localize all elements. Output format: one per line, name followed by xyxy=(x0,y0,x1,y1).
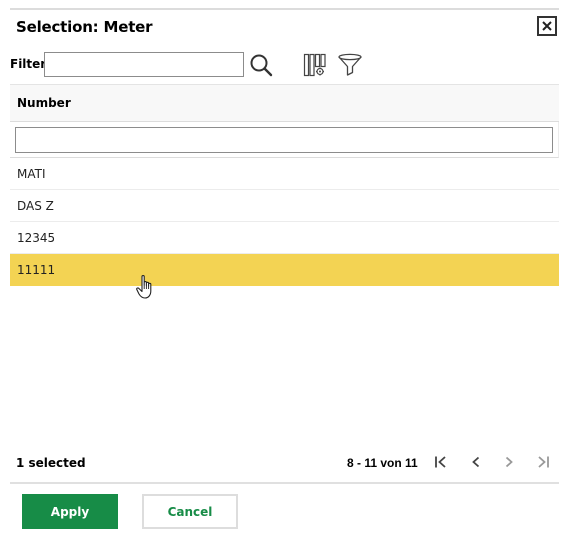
pagination-range: 8 - 11 von 11 xyxy=(347,456,418,470)
table-row[interactable]: MATI xyxy=(10,158,559,190)
table-row[interactable]: DAS Z xyxy=(10,190,559,222)
cell-number: 12345 xyxy=(17,230,56,245)
next-page-icon xyxy=(505,456,513,468)
column-header-label: Number xyxy=(17,96,71,110)
last-page-button[interactable] xyxy=(534,452,552,472)
filter-label: Filter xyxy=(10,57,47,71)
funnel-icon xyxy=(338,53,362,76)
previous-page-button[interactable] xyxy=(467,452,485,472)
meter-table: Number MATI DAS Z 12345 11111 xyxy=(10,84,559,286)
first-page-button[interactable] xyxy=(432,452,450,472)
table-row-selected[interactable]: 11111 xyxy=(10,254,559,286)
column-settings-icon xyxy=(303,53,326,77)
selection-status: 1 selected xyxy=(16,456,86,470)
top-divider xyxy=(10,8,559,10)
filter-input[interactable] xyxy=(44,52,244,77)
column-filter-row xyxy=(10,122,559,158)
column-header-number[interactable]: Number xyxy=(10,84,559,122)
first-page-icon xyxy=(435,456,446,468)
search-icon xyxy=(250,54,273,77)
cell-number: MATI xyxy=(17,166,46,181)
number-column-filter-input[interactable] xyxy=(15,126,553,153)
previous-page-icon xyxy=(472,456,480,468)
close-icon xyxy=(542,21,552,31)
cell-number: 11111 xyxy=(17,262,56,277)
column-settings-button[interactable] xyxy=(302,51,328,79)
next-page-button[interactable] xyxy=(500,452,518,472)
cancel-button[interactable]: Cancel xyxy=(142,494,238,529)
cell-number: DAS Z xyxy=(17,198,54,213)
footer-divider xyxy=(10,482,559,484)
search-button[interactable] xyxy=(248,51,274,79)
apply-button[interactable]: Apply xyxy=(22,494,118,529)
funnel-filter-button[interactable] xyxy=(336,51,364,79)
dialog-title: Selection: Meter xyxy=(16,18,153,36)
table-row[interactable]: 12345 xyxy=(10,222,559,254)
close-button[interactable] xyxy=(537,16,557,36)
last-page-icon xyxy=(538,456,549,468)
